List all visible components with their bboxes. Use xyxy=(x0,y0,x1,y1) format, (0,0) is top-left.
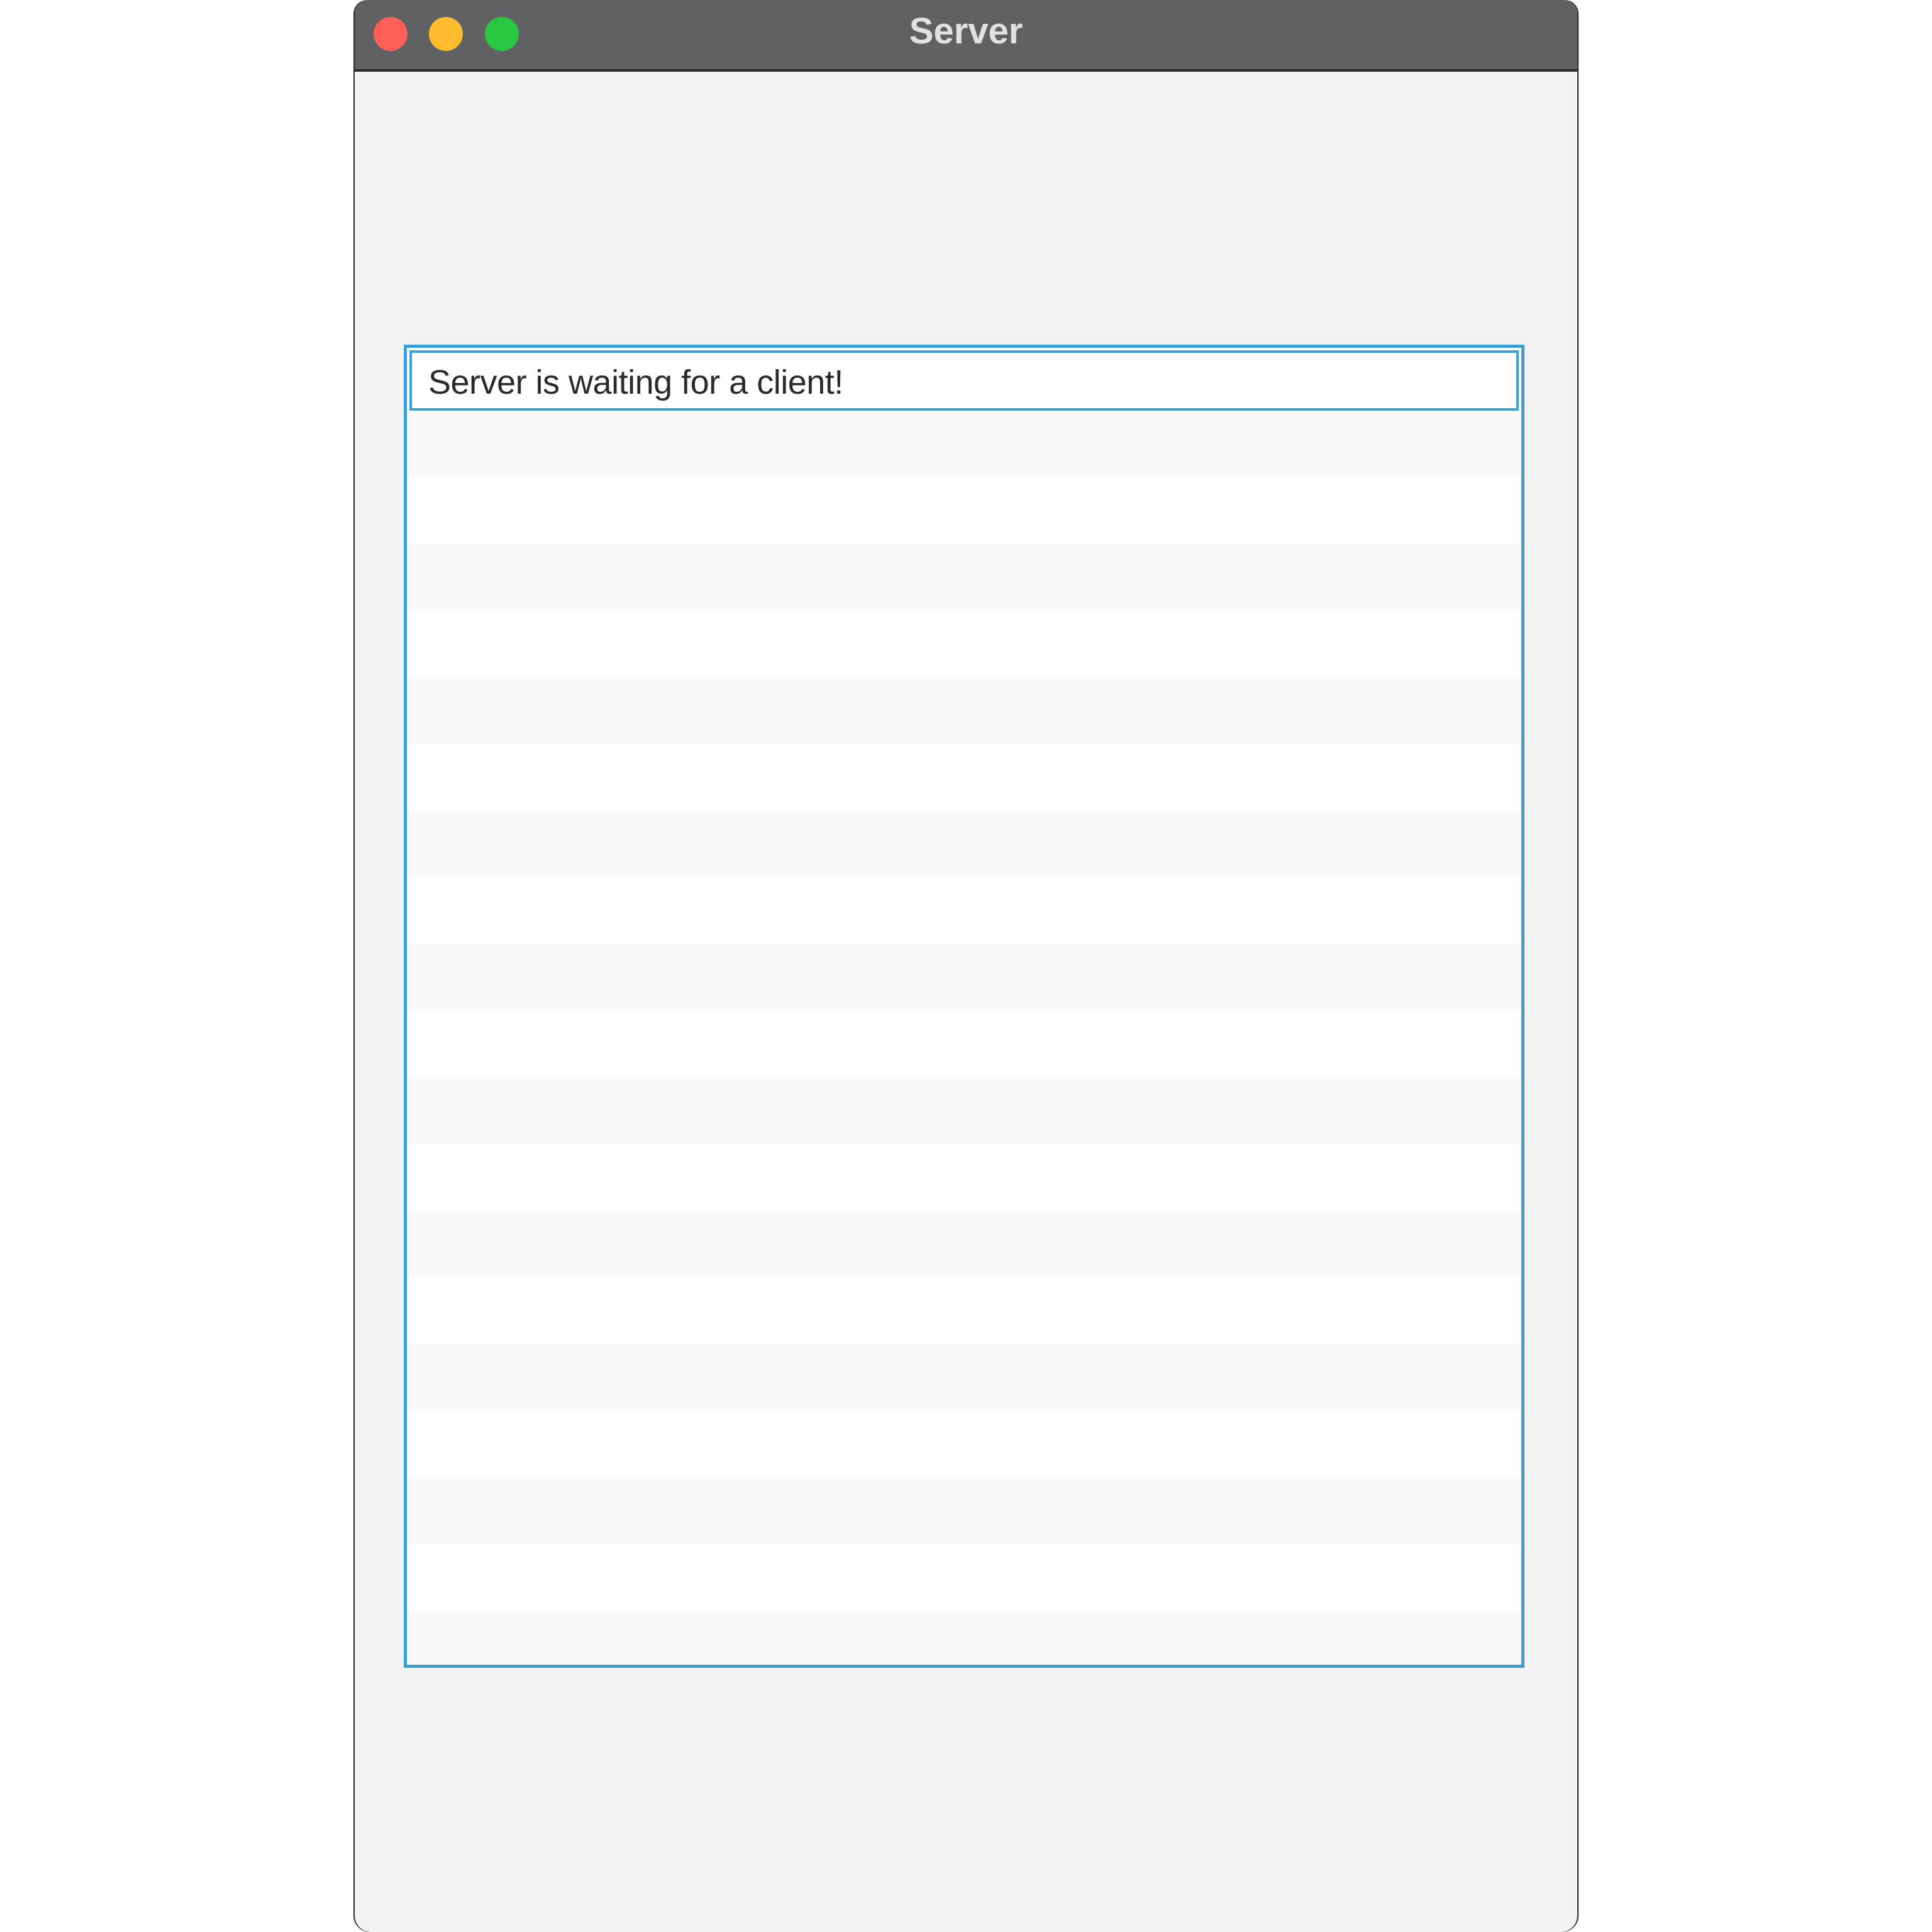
list-item[interactable] xyxy=(407,411,1521,477)
list-item[interactable] xyxy=(407,611,1521,677)
list-item[interactable] xyxy=(407,677,1521,744)
list-item[interactable]: Server is waiting for a client! xyxy=(409,350,1519,411)
list-item[interactable] xyxy=(407,1144,1521,1211)
list-item[interactable] xyxy=(407,877,1521,944)
list-item[interactable] xyxy=(407,1277,1521,1344)
list-item[interactable] xyxy=(407,544,1521,611)
list-item[interactable] xyxy=(407,1477,1521,1544)
window-title: Server xyxy=(909,11,1023,52)
list-item[interactable] xyxy=(407,811,1521,877)
message-list-rows: Server is waiting for a client! xyxy=(407,348,1521,1665)
list-item-text: Server is waiting for a client! xyxy=(428,364,843,401)
list-item[interactable] xyxy=(407,1411,1521,1477)
list-item[interactable] xyxy=(407,744,1521,811)
list-item[interactable] xyxy=(407,1077,1521,1144)
title-bar[interactable]: Server xyxy=(355,0,1577,72)
list-item[interactable] xyxy=(407,1011,1521,1077)
list-item[interactable] xyxy=(407,944,1521,1011)
app-window: Server Server is waiting for a client! xyxy=(355,0,1577,1932)
list-item[interactable] xyxy=(407,1344,1521,1411)
message-list[interactable]: Server is waiting for a client! xyxy=(404,345,1524,1668)
list-item[interactable] xyxy=(407,1544,1521,1611)
list-item[interactable] xyxy=(407,1211,1521,1277)
list-item[interactable] xyxy=(407,477,1521,544)
list-item[interactable] xyxy=(407,1611,1521,1665)
